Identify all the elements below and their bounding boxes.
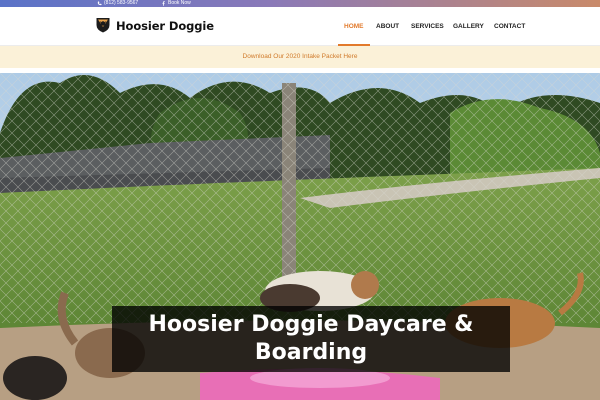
brand-name[interactable]: Hoosier Doggie	[116, 19, 214, 33]
book-now-link[interactable]: Book Now	[161, 0, 191, 7]
phone-number: (812) 583-9567	[104, 0, 139, 6]
phone-icon	[97, 1, 102, 6]
book-now-label: Book Now	[168, 0, 191, 6]
facebook-icon	[162, 1, 165, 6]
nav-contact[interactable]: CONTACT	[494, 23, 525, 33]
hero-title: Hoosier Doggie Daycare & Boarding	[112, 311, 510, 367]
announcement-bar[interactable]: Download Our 2020 Intake Packet Here	[0, 46, 600, 68]
top-utility-bar: (812) 583-9567 Book Now	[0, 0, 600, 7]
site-header: Hoosier Doggie HOME ABOUT SERVICES GALLE…	[0, 7, 600, 46]
nav-about[interactable]: ABOUT	[376, 23, 399, 33]
hero-section: Hoosier Doggie Daycare & Boarding	[0, 73, 600, 400]
phone-link[interactable]: (812) 583-9567	[97, 0, 138, 7]
nav-services[interactable]: SERVICES	[411, 23, 444, 33]
shield-dog-logo[interactable]	[95, 17, 111, 33]
nav-home[interactable]: HOME	[344, 23, 364, 33]
hero-title-box: Hoosier Doggie Daycare & Boarding	[112, 306, 510, 372]
intake-packet-link[interactable]: Download Our 2020 Intake Packet Here	[243, 53, 358, 60]
hero-title-line-2: Boarding	[254, 340, 368, 365]
hero-title-line-1: Hoosier Doggie Daycare &	[148, 312, 474, 337]
nav-gallery[interactable]: GALLERY	[453, 23, 484, 33]
